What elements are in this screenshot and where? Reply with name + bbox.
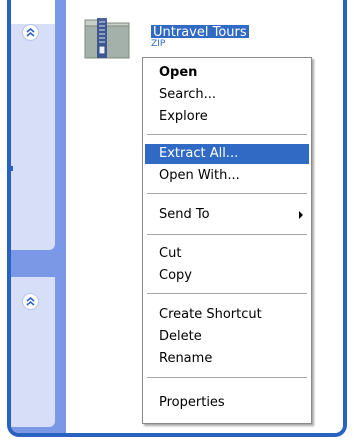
file-name-label-line2: ZIP — [151, 39, 166, 49]
task-pane-header — [11, 0, 55, 24]
menu-item-cut[interactable]: Cut — [145, 244, 309, 264]
window-frame: Untravel Tours ZIP Open Search... Explor… — [7, 0, 347, 437]
menu-separator — [147, 134, 307, 135]
task-pane-panel-2 — [11, 277, 55, 427]
collapse-chevron-up-icon[interactable] — [22, 24, 39, 41]
menu-item-send-to-label: Send To — [159, 207, 210, 222]
menu-item-create-shortcut[interactable]: Create Shortcut — [145, 305, 309, 325]
submenu-arrow-icon — [299, 211, 303, 219]
menu-separator — [147, 377, 307, 378]
menu-separator — [147, 193, 307, 194]
menu-item-copy[interactable]: Copy — [145, 266, 309, 286]
menu-item-extract-all[interactable]: Extract All... — [145, 144, 309, 164]
window-content: Untravel Tours ZIP Open Search... Explor… — [11, 0, 343, 433]
menu-item-rename[interactable]: Rename — [145, 349, 309, 369]
menu-item-properties[interactable]: Properties — [145, 393, 309, 413]
zip-folder-icon[interactable] — [82, 12, 132, 62]
menu-separator — [147, 234, 307, 235]
menu-item-open[interactable]: Open — [145, 63, 309, 83]
task-pane — [11, 0, 66, 433]
file-name-label[interactable]: Untravel Tours — [151, 25, 249, 38]
collapse-chevron-up-icon[interactable] — [22, 293, 39, 310]
menu-item-explore[interactable]: Explore — [145, 107, 309, 127]
task-pane-panel — [11, 0, 55, 250]
menu-item-search[interactable]: Search... — [145, 85, 309, 105]
menu-separator — [147, 293, 307, 294]
menu-item-delete[interactable]: Delete — [145, 327, 309, 347]
panel-marker — [11, 166, 13, 171]
context-menu: Open Search... Explore Extract All... Op… — [142, 57, 312, 424]
menu-item-open-with[interactable]: Open With... — [145, 166, 309, 186]
menu-item-send-to[interactable]: Send To — [145, 205, 309, 225]
